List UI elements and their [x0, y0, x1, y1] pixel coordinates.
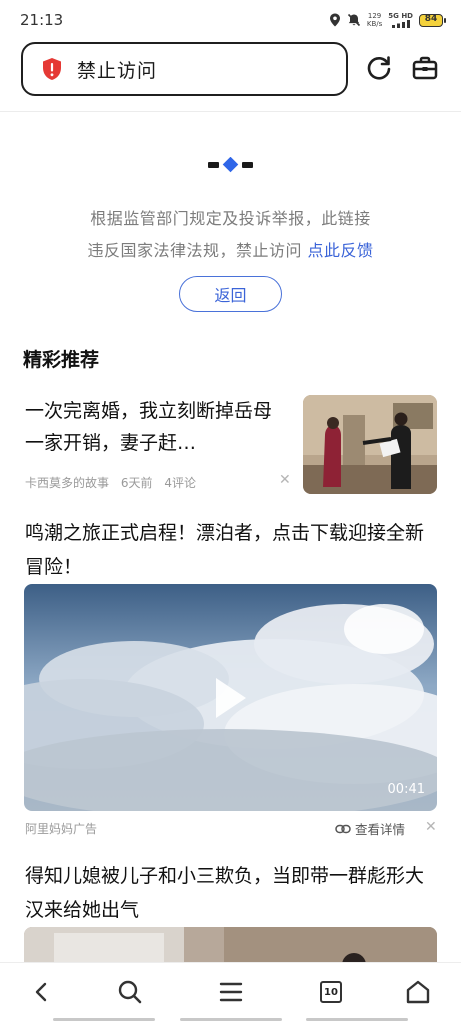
page-title: 禁止访问 — [77, 59, 158, 82]
article-source: 卡西莫多的故事 — [25, 476, 110, 490]
link-icon — [335, 824, 351, 833]
feedback-link[interactable]: 点此反馈 — [308, 241, 374, 260]
net-speed-unit: KB/s — [366, 20, 383, 28]
search-icon — [118, 980, 142, 1004]
view-details-link[interactable]: 查看详情 — [335, 819, 405, 838]
scroll-indicator-1 — [53, 1018, 155, 1021]
network-status: 5G HD — [388, 12, 413, 28]
ad-title[interactable]: 鸣潮之旅正式启程！漂泊者，点击下载迎接全新冒险！ — [25, 516, 440, 584]
view-details-label: 查看详情 — [355, 822, 406, 837]
back-button[interactable]: 返回 — [179, 276, 282, 312]
ad-label: 阿里妈妈广告 — [25, 822, 98, 836]
battery-icon: 84 — [419, 13, 446, 27]
mute-icon — [347, 13, 360, 27]
nav-search-button[interactable] — [115, 977, 145, 1007]
bottom-navigation: 10 — [0, 962, 461, 1024]
net-speed-value: 129 — [367, 12, 382, 20]
article-image[interactable] — [24, 927, 437, 967]
location-icon — [329, 13, 340, 27]
block-message: 根据监管部门规定及投诉举报，此链接 违反国家法律法规，禁止访问 点此反馈 — [40, 203, 421, 267]
tabs-icon: 10 — [320, 981, 342, 1003]
nav-back-button[interactable] — [27, 977, 57, 1007]
scroll-indicator-2 — [180, 1018, 282, 1021]
net-speed: 129 KB/s — [367, 12, 382, 28]
menu-icon — [219, 982, 243, 1002]
nav-home-button[interactable] — [403, 977, 433, 1007]
home-icon — [406, 980, 430, 1004]
refresh-icon — [367, 56, 391, 80]
dismiss-ad-button[interactable]: ✕ — [425, 819, 437, 835]
article-time: 6天前 — [120, 476, 153, 490]
nav-tabs-button[interactable]: 10 — [316, 977, 346, 1007]
play-icon[interactable] — [214, 676, 248, 720]
article-title[interactable]: 一次完离婚，我立刻断掉岳母一家开销，妻子赶… — [25, 395, 285, 459]
battery-level: 84 — [424, 13, 438, 24]
signal-icon — [391, 20, 410, 28]
header-divider — [0, 111, 461, 112]
network-type: 5G HD — [388, 12, 413, 20]
status-icons: 129 KB/s 5G HD 84 — [329, 10, 446, 30]
video-duration: 00:41 — [387, 782, 425, 797]
loading-dots-icon — [208, 157, 253, 173]
toolbox-button[interactable] — [409, 52, 441, 84]
nav-menu-button[interactable] — [216, 977, 246, 1007]
url-bar[interactable]: 禁止访问 — [21, 42, 348, 96]
shield-warning-icon — [43, 58, 61, 80]
status-bar: 21:13 129 KB/s 5G HD 84 — [0, 0, 461, 40]
refresh-button[interactable] — [363, 52, 395, 84]
section-title: 精彩推荐 — [23, 349, 100, 371]
block-message-line2: 违反国家法律法规，禁止访问 — [87, 241, 302, 260]
scroll-indicator-3 — [306, 1018, 408, 1021]
block-message-line2-row: 违反国家法律法规，禁止访问 点此反馈 — [40, 235, 421, 267]
chevron-left-icon — [35, 982, 47, 1002]
status-time: 21:13 — [20, 11, 64, 29]
tab-count: 10 — [324, 986, 338, 998]
article-meta: 卡西莫多的故事 6天前 4评论 — [25, 474, 196, 491]
article-comments: 4评论 — [164, 476, 196, 490]
article-thumbnail[interactable] — [303, 395, 437, 494]
dismiss-button[interactable]: ✕ — [279, 472, 291, 488]
toolbox-icon — [412, 56, 438, 80]
video-player[interactable]: 00:41 — [24, 584, 437, 811]
block-message-line1: 根据监管部门规定及投诉举报，此链接 — [90, 209, 371, 228]
article-title-3[interactable]: 得知儿媳被儿子和小三欺负，当即带一群彪形大汉来给她出气 — [25, 859, 440, 927]
